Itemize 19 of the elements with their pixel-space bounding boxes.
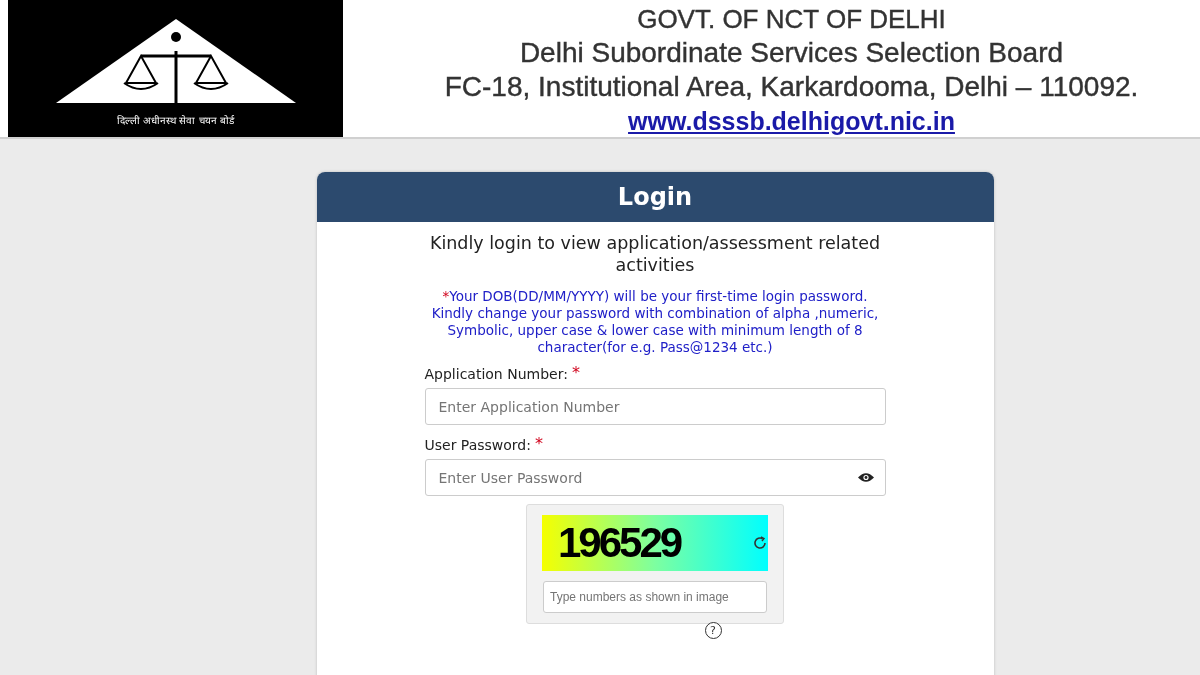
required-asterisk: * bbox=[571, 366, 580, 380]
captcha-image: 196529 bbox=[542, 515, 768, 571]
help-button[interactable]: ? bbox=[704, 622, 722, 639]
input-field[interactable]: Enter User Password bbox=[424, 459, 886, 496]
website-link[interactable]: www.dsssb.delhigovt.nic.in bbox=[628, 104, 955, 138]
header-line: Delhi Subordinate Services Selection Board bbox=[519, 36, 1064, 70]
logo-caption: दिल्ली अधीनस्थ सेवा चयन बोर्ड bbox=[117, 113, 234, 127]
intro-text: Kindly login to view application/assessment related activities bbox=[428, 232, 882, 276]
login-title: Login bbox=[316, 172, 994, 222]
input-field[interactable]: Enter Application Number bbox=[424, 388, 886, 425]
required-asterisk: * bbox=[535, 437, 543, 451]
header-line: FC-18, Institutional Area, Karkardooma, Delhi – 110092. bbox=[444, 70, 1139, 104]
field-label: Application Number: bbox=[424, 366, 568, 382]
eye-icon[interactable] bbox=[857, 472, 874, 483]
captcha-input[interactable]: Type numbers as shown in image bbox=[543, 581, 767, 613]
password-note: *Your DOB(DD/MM/YYYY) will be your first-time login password. Kindly change your password with combination of alpha ,numeric, Symbolic, upper case & lower case with minimum length of 8 character(for e.g. Pass@1234 etc.) bbox=[430, 288, 880, 356]
header-line: GOVT. OF NCT OF DELHI bbox=[637, 3, 946, 36]
field-label: User Password: bbox=[424, 437, 531, 453]
refresh-icon[interactable] bbox=[752, 535, 768, 551]
